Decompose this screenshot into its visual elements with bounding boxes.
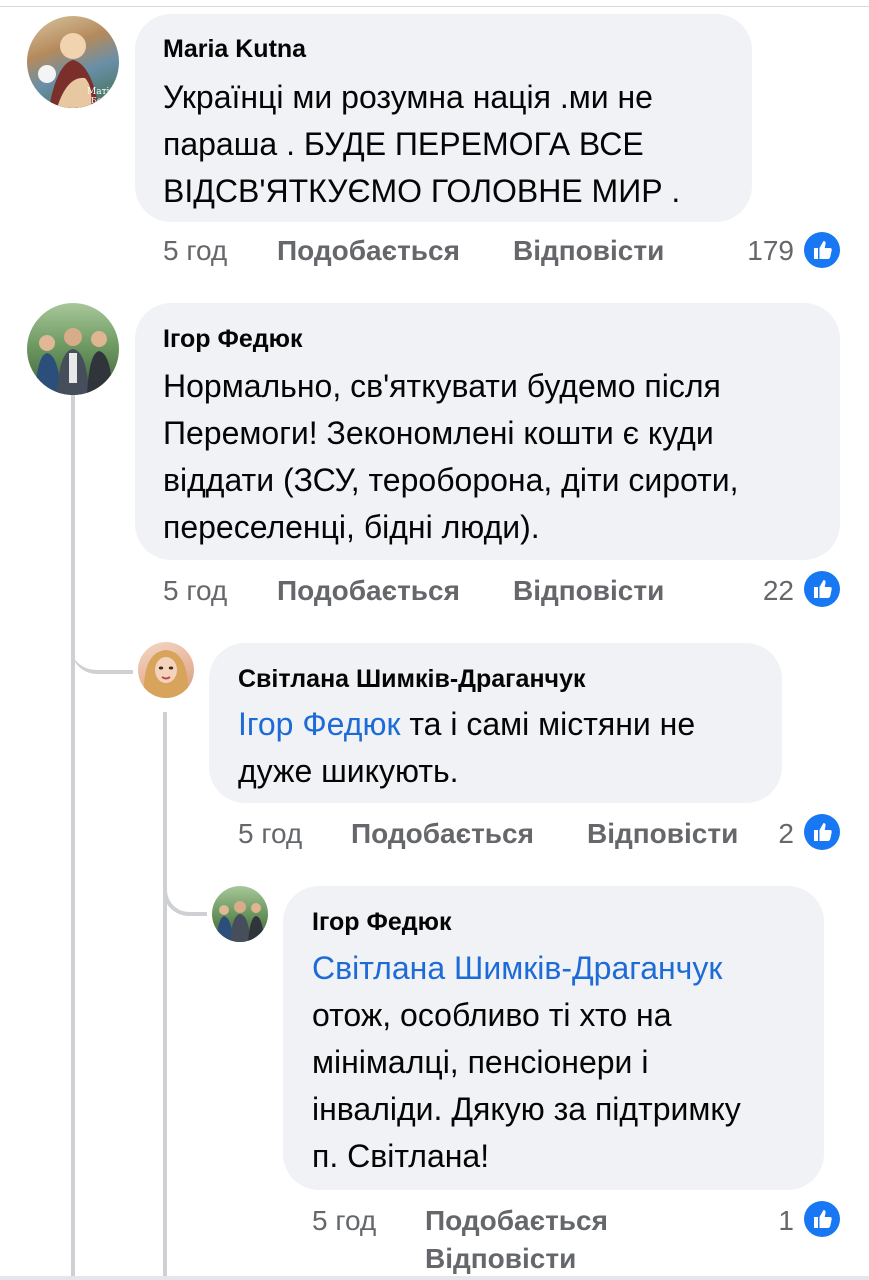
avatar-image: Матінко Божа [38, 33, 119, 108]
comment-text-line: п. Світлана! [312, 1138, 490, 1174]
like-button[interactable]: Подобається [277, 235, 460, 267]
reaction-count[interactable]: 22 [740, 575, 794, 607]
like-button[interactable]: Подобається [277, 575, 460, 607]
reaction-count[interactable]: 2 [764, 818, 794, 850]
avatar[interactable] [27, 303, 119, 395]
comment-time[interactable]: 5 год [238, 818, 302, 850]
svg-text:Божа: Божа [91, 96, 114, 105]
avatar-image [216, 901, 264, 942]
comment-author[interactable]: Maria Kutna [163, 35, 306, 64]
comment-text-line: дуже шикують. [238, 753, 459, 789]
reply-button[interactable]: Відповісти [513, 575, 664, 607]
comment-text: Українці ми розумна нація .ми не параша … [163, 74, 743, 215]
comment-text-line: віддати (ЗСУ, тероборона, діти сироти, [163, 462, 739, 498]
avatar[interactable] [138, 642, 194, 698]
comment-text-line: переселенці, бідні люди). [163, 509, 540, 545]
comment-text-line: отож, особливо ті хто на [312, 997, 672, 1033]
comment-text: Ігор Федюк та і самі містяни не дуже шик… [238, 701, 778, 795]
reaction-count[interactable]: 179 [720, 235, 794, 267]
comment-author[interactable]: Ігор Федюк [163, 325, 303, 354]
reply-button[interactable]: Відповісти [513, 235, 664, 267]
thumbs-up-icon [804, 814, 840, 850]
comment-text-line: Перемоги! Зекономлені кошти є куди [163, 415, 714, 451]
comment-text-line: ВІДСВ'ЯТКУЄМО ГОЛОВНЕ МИР . [163, 173, 681, 209]
thread-line-main [71, 395, 75, 1280]
thread-curve-reply-1 [71, 600, 133, 674]
reaction-count[interactable]: 1 [764, 1205, 794, 1237]
thumbs-up-icon [804, 1201, 840, 1237]
comment-text: Нормально, св'яткувати будемо після Пере… [163, 363, 833, 551]
comment-text-segment: та і самі містяни не [400, 706, 696, 742]
comment-text: Світлана Шимків-Драганчук отож, особливо… [312, 945, 817, 1180]
mention-link[interactable]: Ігор Федюк [238, 706, 400, 742]
thumbs-up-icon [804, 232, 840, 268]
comment-text-line: мінімалці, пенсіонери і [312, 1044, 649, 1080]
comment-text-line: інваліди. Дякую за підтримку [312, 1091, 741, 1127]
comment-text-line: Ігор Федюк та і самі містяни не [238, 701, 778, 748]
comment-time[interactable]: 5 год [312, 1205, 376, 1237]
reply-button[interactable]: Відповісти [425, 1243, 576, 1275]
avatar[interactable]: Матінко Божа [27, 16, 119, 108]
thread-curve-reply-2 [163, 860, 207, 916]
comment-author[interactable]: Світлана Шимків-Драганчук [238, 665, 586, 694]
thread-line-reply [163, 712, 167, 1280]
comment-time[interactable]: 5 год [163, 575, 227, 607]
avatar[interactable] [212, 886, 268, 942]
top-divider [0, 6, 869, 7]
like-button[interactable]: Подобається [351, 818, 534, 850]
comment-time[interactable]: 5 год [163, 235, 227, 267]
comment-text-line: Українці ми розумна нація .ми не [163, 79, 653, 115]
comment-author[interactable]: Ігор Федюк [312, 908, 452, 937]
comment-text-line: Нормально, св'яткувати будемо після [163, 368, 721, 404]
avatar-image [35, 328, 113, 395]
mention-link[interactable]: Світлана Шимків-Драганчук [312, 945, 817, 992]
avatar-image [143, 650, 189, 698]
comment-text-line: параша . БУДЕ ПЕРЕМОГА ВСЕ [163, 126, 644, 162]
reply-button[interactable]: Відповісти [587, 818, 738, 850]
bottom-divider [0, 1276, 869, 1280]
thumbs-up-icon [804, 571, 840, 607]
like-button[interactable]: Подобається [425, 1205, 608, 1237]
